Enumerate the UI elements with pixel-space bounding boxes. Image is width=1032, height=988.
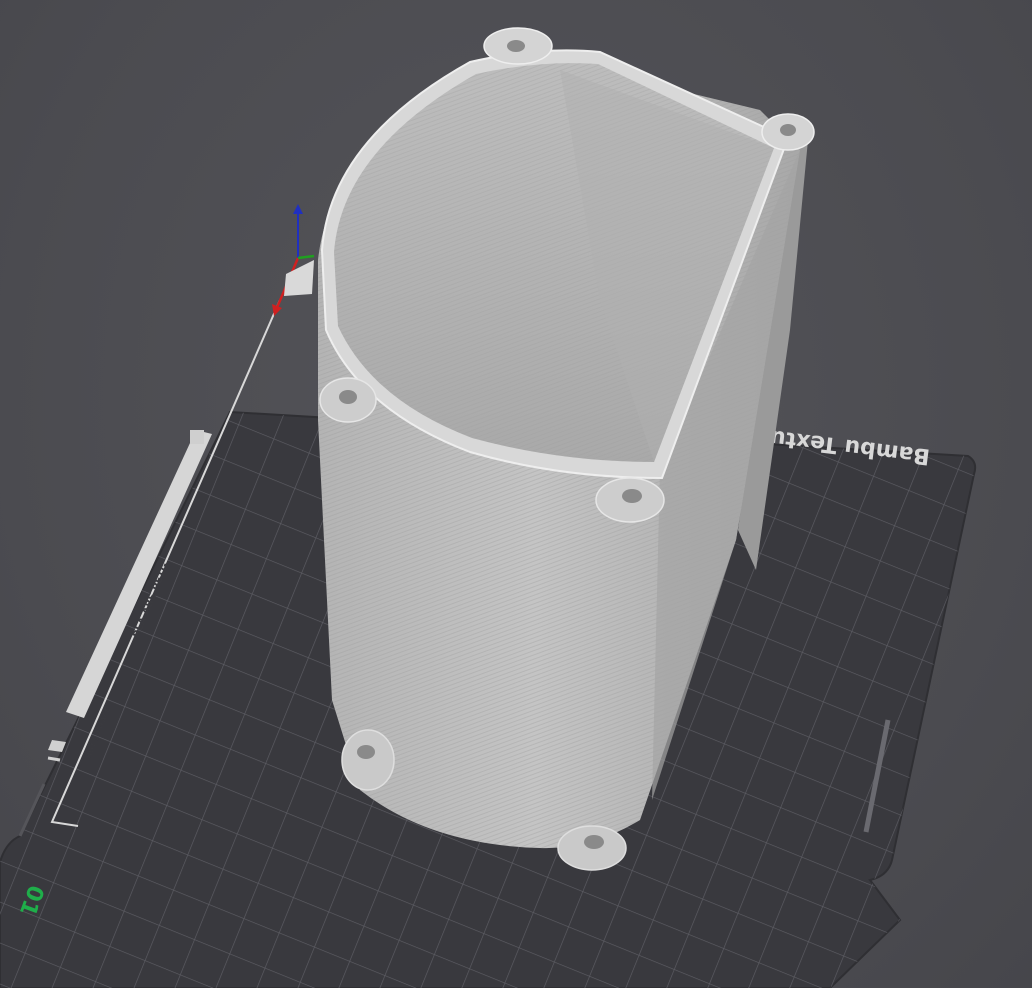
3d-viewport[interactable]: PLA ABS PETG HOT SURFACE Bambu Textured … [0, 0, 1032, 988]
z-axis-arrow-icon [293, 204, 303, 214]
mount-tab-bottom-2 [557, 825, 627, 871]
y-axis-line [297, 254, 315, 260]
mount-tab-top-1 [483, 27, 553, 65]
plate-logo-icon [190, 430, 204, 444]
plate-origin-marker [284, 260, 314, 296]
scene-svg[interactable]: PLA ABS PETG HOT SURFACE Bambu Textured … [0, 0, 1032, 988]
mount-tab-bottom-1 [341, 729, 395, 791]
mount-tab-top-2 [761, 113, 815, 151]
mount-tab-top-3 [319, 377, 377, 423]
axis-gizmo [272, 204, 315, 316]
mount-tab-top-4 [595, 477, 665, 523]
